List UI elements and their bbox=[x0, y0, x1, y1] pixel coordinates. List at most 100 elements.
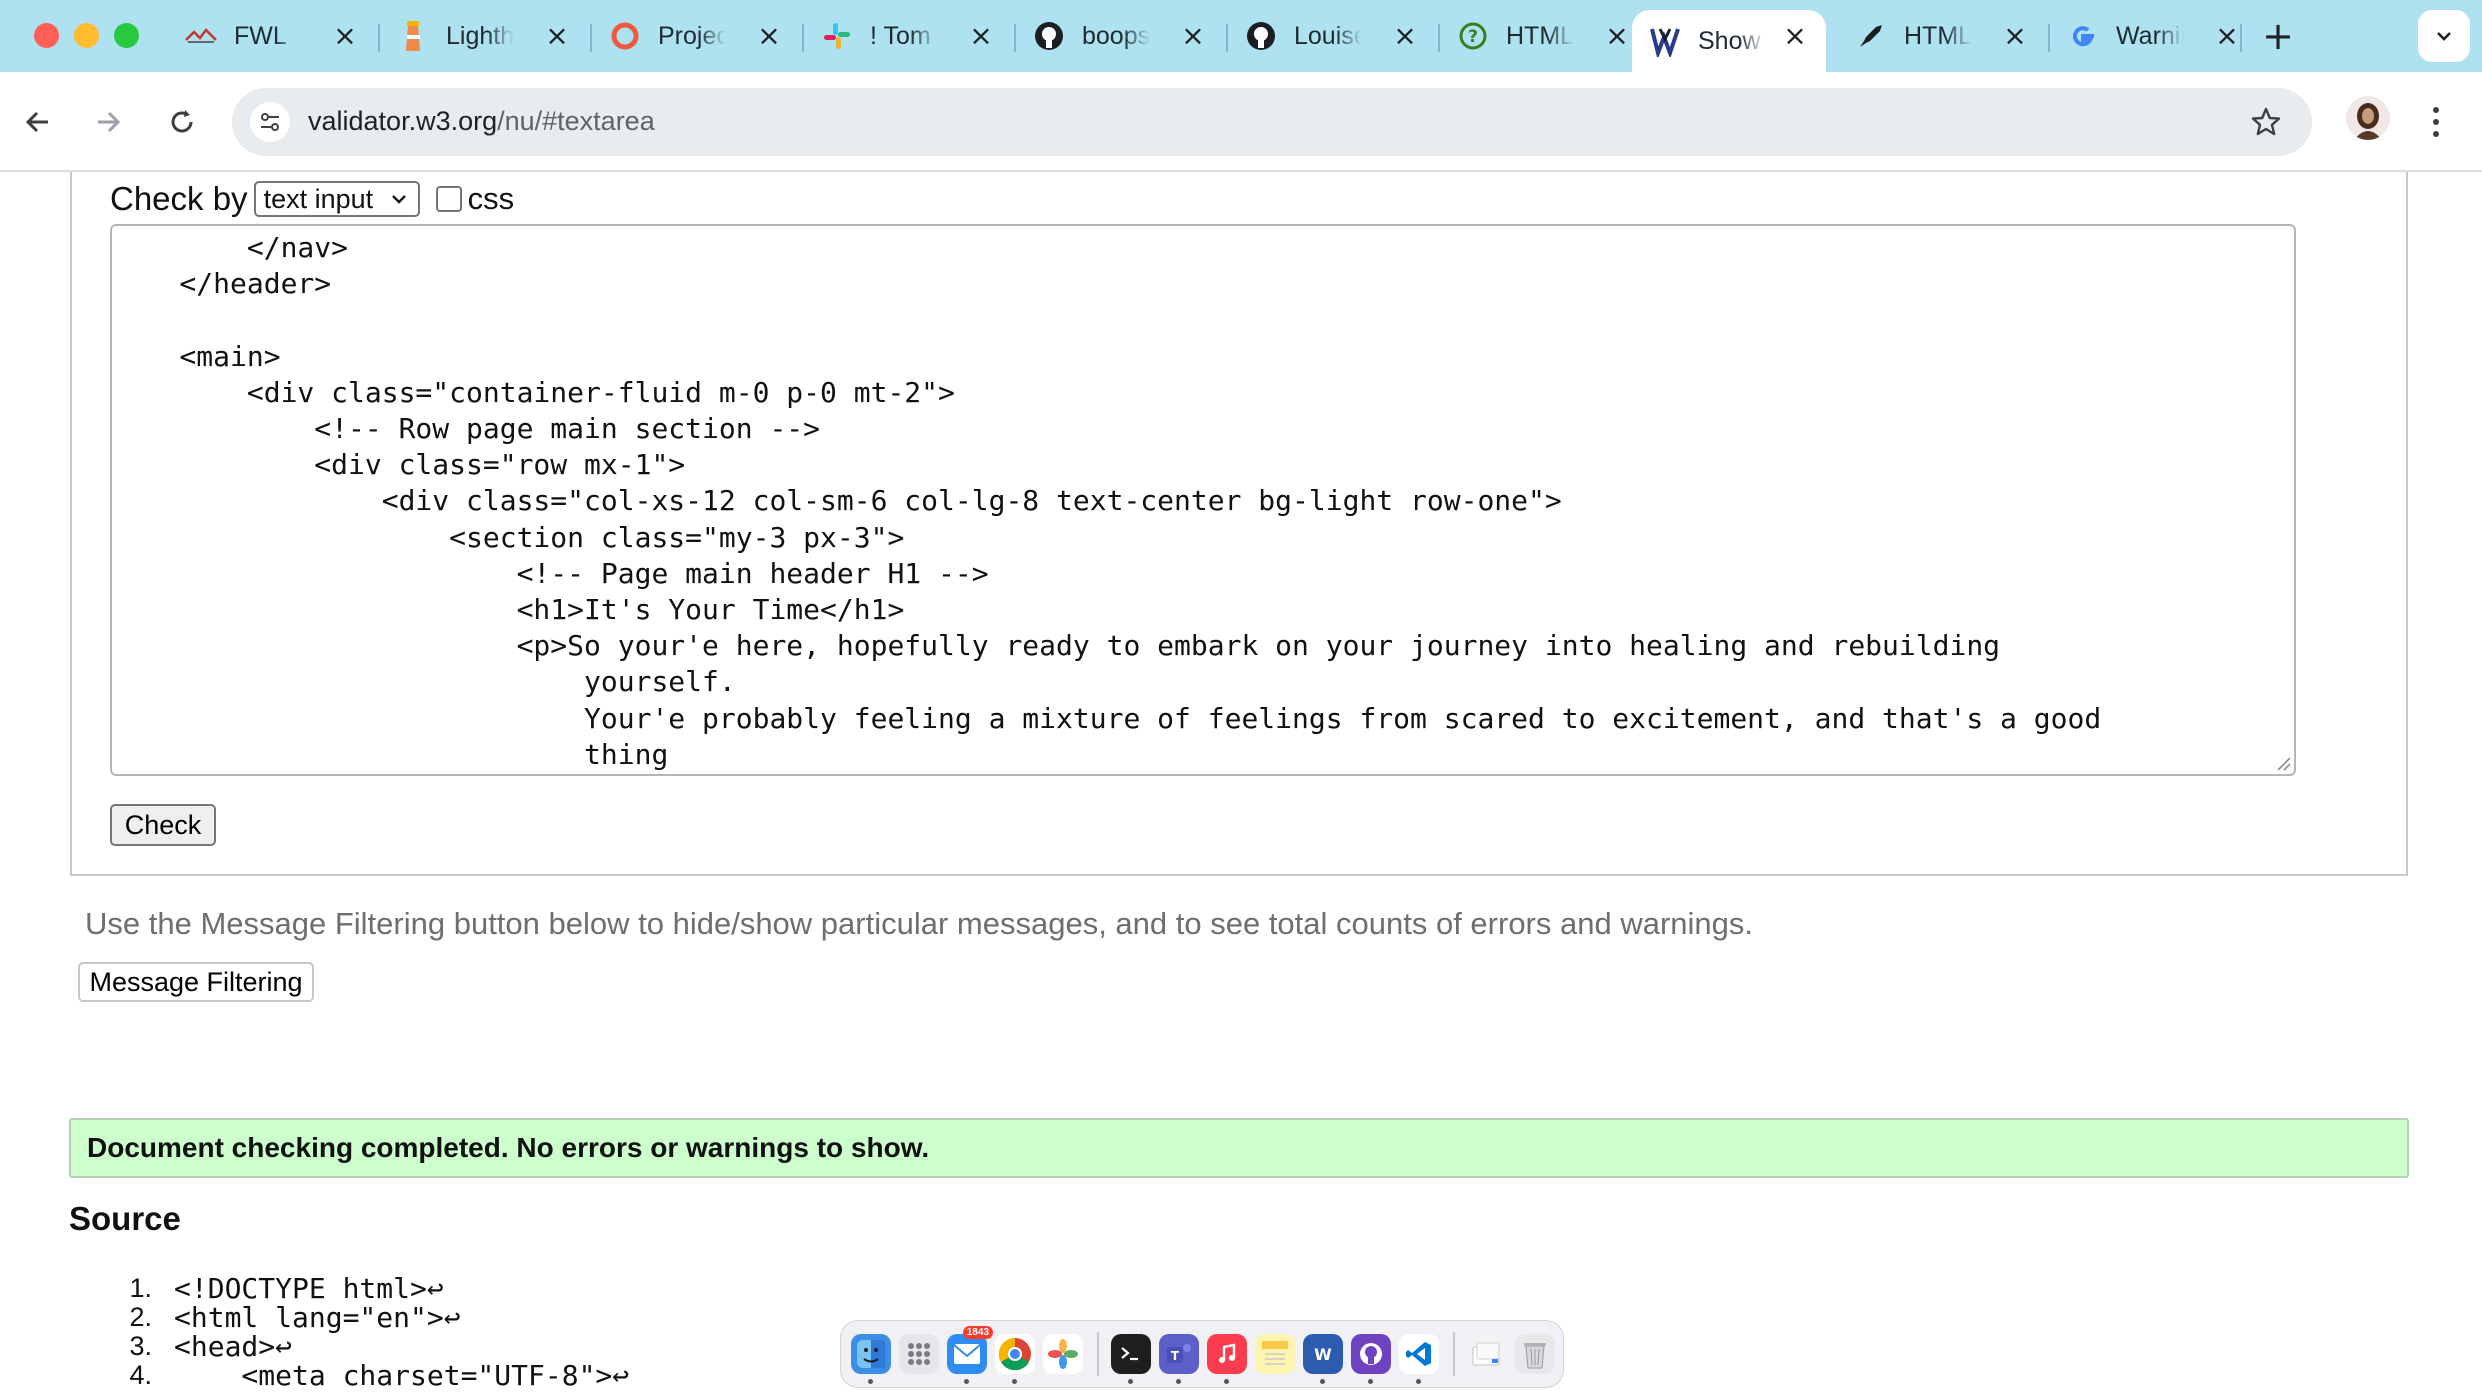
tab-title: ! Tom bbox=[870, 21, 931, 50]
tab-title: Show bbox=[1698, 26, 1761, 55]
github-desktop-icon[interactable] bbox=[1351, 1334, 1391, 1384]
vscode-icon[interactable] bbox=[1399, 1334, 1439, 1384]
close-icon[interactable]: × bbox=[1602, 19, 1632, 52]
mail-unread-badge: 1843 bbox=[962, 1326, 993, 1339]
close-icon[interactable]: × bbox=[330, 19, 360, 52]
back-arrow-icon bbox=[25, 111, 48, 133]
music-icon[interactable] bbox=[1207, 1334, 1247, 1384]
close-window-button[interactable] bbox=[34, 23, 59, 48]
source-textarea[interactable]: </nav> </header> <main> <div class="cont… bbox=[110, 224, 2296, 776]
trash-icon[interactable] bbox=[1515, 1334, 1555, 1374]
tab-separator bbox=[2240, 24, 2242, 52]
terminal-icon[interactable] bbox=[1111, 1334, 1151, 1384]
macos-dock: 1843 T W bbox=[840, 1320, 1564, 1388]
url-host: validator.w3.org bbox=[308, 106, 498, 136]
tab-project[interactable]: Project × bbox=[592, 10, 800, 62]
line-code: <head>↩ bbox=[174, 1330, 293, 1363]
dock-divider bbox=[1453, 1332, 1455, 1376]
svg-text:T: T bbox=[1171, 1349, 1180, 1363]
mail-icon[interactable]: 1843 bbox=[947, 1326, 993, 1384]
source-line: 3. <head>↩ bbox=[100, 1330, 629, 1363]
tab-github-louise[interactable]: Louise × bbox=[1228, 10, 1436, 62]
tab-title: FWL bbox=[234, 21, 287, 50]
resize-grip-icon[interactable] bbox=[2274, 754, 2292, 772]
tab-slack[interactable]: ! Tom × bbox=[804, 10, 1012, 62]
browser-menu-button[interactable] bbox=[2416, 98, 2456, 146]
tab-title: HTML bbox=[1904, 21, 1972, 50]
close-icon[interactable]: × bbox=[542, 19, 572, 52]
profile-avatar[interactable] bbox=[2346, 96, 2390, 140]
close-icon[interactable]: × bbox=[966, 19, 996, 52]
line-code: <html lang="en">↩ bbox=[174, 1301, 461, 1334]
bookmark-star-icon[interactable] bbox=[2246, 102, 2286, 142]
line-code: <meta charset="UTF-8">↩ bbox=[174, 1359, 630, 1392]
close-icon[interactable]: × bbox=[1178, 19, 1208, 52]
back-button[interactable] bbox=[14, 98, 62, 146]
status-banner: Document checking completed. No errors o… bbox=[69, 1118, 2409, 1178]
launchpad-icon[interactable] bbox=[899, 1334, 939, 1374]
line-number: 2. bbox=[129, 1302, 152, 1332]
reload-button[interactable] bbox=[158, 98, 206, 146]
filter-hint-text: Use the Message Filtering button below t… bbox=[85, 906, 1754, 941]
line-number: 3. bbox=[129, 1331, 152, 1361]
tab-google-warning[interactable]: Warning × bbox=[2050, 10, 2258, 62]
word-icon[interactable]: W bbox=[1303, 1334, 1343, 1384]
close-icon[interactable]: × bbox=[754, 19, 784, 52]
github-icon bbox=[1244, 19, 1278, 53]
site-info-button[interactable] bbox=[250, 102, 290, 142]
svg-text:W: W bbox=[1314, 1345, 1332, 1364]
line-number: 4. bbox=[129, 1360, 152, 1390]
tab-title: boops bbox=[1082, 21, 1150, 50]
dock-divider bbox=[1097, 1332, 1099, 1376]
slack-icon bbox=[820, 19, 854, 53]
new-tab-button[interactable]: + bbox=[2258, 14, 2298, 58]
rocket-icon bbox=[1854, 19, 1888, 53]
close-icon[interactable]: × bbox=[2000, 19, 2030, 52]
forward-button[interactable] bbox=[84, 98, 132, 146]
message-filtering-button[interactable]: Message Filtering bbox=[78, 962, 314, 1002]
close-icon[interactable]: × bbox=[1780, 19, 1810, 52]
url-path: /nu/#textarea bbox=[497, 106, 655, 136]
minimize-window-button[interactable] bbox=[74, 23, 99, 48]
tab-title: Warning bbox=[2116, 21, 2184, 50]
address-bar[interactable]: validator.w3.org/nu/#textarea bbox=[232, 88, 2312, 156]
tab-title: Project bbox=[658, 21, 726, 50]
source-line: 1. <!DOCTYPE html>↩ bbox=[100, 1274, 629, 1304]
fwl-logo-icon bbox=[184, 19, 218, 53]
tab-lighthouse[interactable]: Lighthouse × bbox=[380, 10, 588, 62]
close-icon[interactable]: × bbox=[2212, 19, 2242, 52]
github-icon bbox=[1032, 19, 1066, 53]
tab-title: Louise bbox=[1294, 21, 1362, 50]
source-list: 1. <!DOCTYPE html>↩ 2. <html lang="en">↩ 3… bbox=[100, 1274, 630, 1392]
source-line: 4. <meta charset="UTF-8">↩ bbox=[100, 1359, 630, 1392]
help-circle-icon: ? bbox=[1456, 19, 1490, 53]
tab-html-help[interactable]: ? HTML × bbox=[1440, 10, 1648, 62]
downloads-stack-icon[interactable] bbox=[1467, 1334, 1507, 1374]
status-message: Document checking completed. No errors o… bbox=[87, 1132, 930, 1163]
tab-html-rocket[interactable]: HTML × bbox=[1838, 10, 2046, 62]
tab-search-button[interactable] bbox=[2418, 10, 2470, 62]
tab-title: HTML bbox=[1506, 21, 1574, 50]
reload-icon bbox=[171, 110, 193, 133]
tab-github-boops[interactable]: boops × bbox=[1016, 10, 1224, 62]
check-by-label: Check by bbox=[110, 180, 248, 217]
tab-fwl[interactable]: FWL × bbox=[168, 10, 376, 62]
w3c-validator-icon bbox=[1648, 24, 1682, 58]
browser-toolbar: validator.w3.org/nu/#textarea bbox=[0, 72, 2482, 172]
chrome-icon[interactable] bbox=[995, 1334, 1035, 1384]
close-icon[interactable]: × bbox=[1390, 19, 1420, 52]
url-text[interactable]: validator.w3.org/nu/#textarea bbox=[308, 106, 655, 137]
notes-icon[interactable] bbox=[1255, 1334, 1295, 1374]
check-button[interactable]: Check bbox=[110, 804, 216, 846]
lighthouse-icon bbox=[396, 19, 430, 53]
finder-icon[interactable] bbox=[851, 1334, 891, 1384]
maximize-window-button[interactable] bbox=[114, 23, 139, 48]
tab-show-active[interactable]: Show × bbox=[1632, 10, 1826, 72]
google-icon bbox=[2066, 19, 2100, 53]
css-checkbox[interactable] bbox=[435, 186, 462, 212]
input-type-select[interactable]: text input bbox=[253, 181, 420, 217]
teams-icon[interactable]: T bbox=[1159, 1334, 1199, 1384]
tab-title: Lighthouse bbox=[446, 21, 514, 50]
photos-icon[interactable] bbox=[1043, 1334, 1083, 1374]
profile-photo-icon bbox=[2354, 103, 2382, 140]
